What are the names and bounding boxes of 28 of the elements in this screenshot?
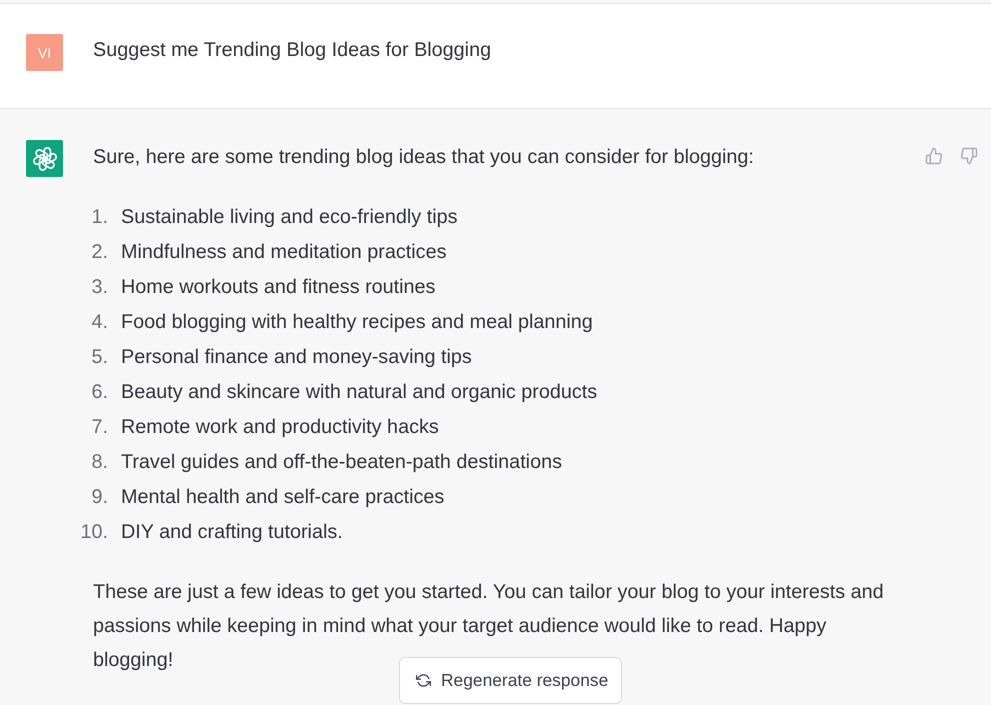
thumbs-up-icon[interactable] — [925, 147, 943, 165]
list-item-text: Personal finance and money-saving tips — [121, 345, 473, 370]
list-item-text: Remote work and productivity hacks — [121, 415, 440, 440]
list-item-text: Beauty and skincare with natural and organic products — [121, 380, 598, 405]
list-item-text: Travel guides and off-the-beaten-path destinations — [121, 450, 563, 475]
list-number: 3. — [90, 275, 108, 300]
list-item-text: Mindfulness and meditation practices — [121, 240, 448, 265]
list-number: 10. — [80, 520, 108, 545]
list-number: 2. — [90, 240, 108, 265]
list-number: 7. — [90, 415, 108, 440]
list-item-text: Home workouts and fitness routines — [121, 275, 436, 300]
list-number: 1. — [90, 205, 108, 230]
list-item-text: DIY and crafting tutorials. — [121, 520, 344, 545]
list-item-text: Food blogging with healthy recipes and meal planning — [121, 310, 594, 335]
user-message-text: Suggest me Trending Blog Ideas for Blogging — [93, 38, 492, 63]
list-number: 9. — [90, 485, 108, 510]
regenerate-response-button[interactable]: Regenerate response — [399, 657, 622, 704]
list-item-text: Sustainable living and eco-friendly tips — [121, 205, 458, 230]
list-number: 4. — [90, 310, 108, 335]
knot-logo-icon — [26, 140, 63, 177]
user-avatar: VI — [26, 34, 63, 71]
response-intro: Sure, here are some trending blog ideas that you can consider for blogging: — [93, 145, 755, 170]
list-item-text: Mental health and self-care practices — [121, 485, 446, 510]
list-number: 5. — [90, 345, 108, 370]
refresh-icon — [416, 673, 431, 688]
thumbs-down-icon[interactable] — [960, 147, 978, 165]
list-number: 6. — [90, 380, 108, 405]
list-number: 8. — [90, 450, 108, 475]
